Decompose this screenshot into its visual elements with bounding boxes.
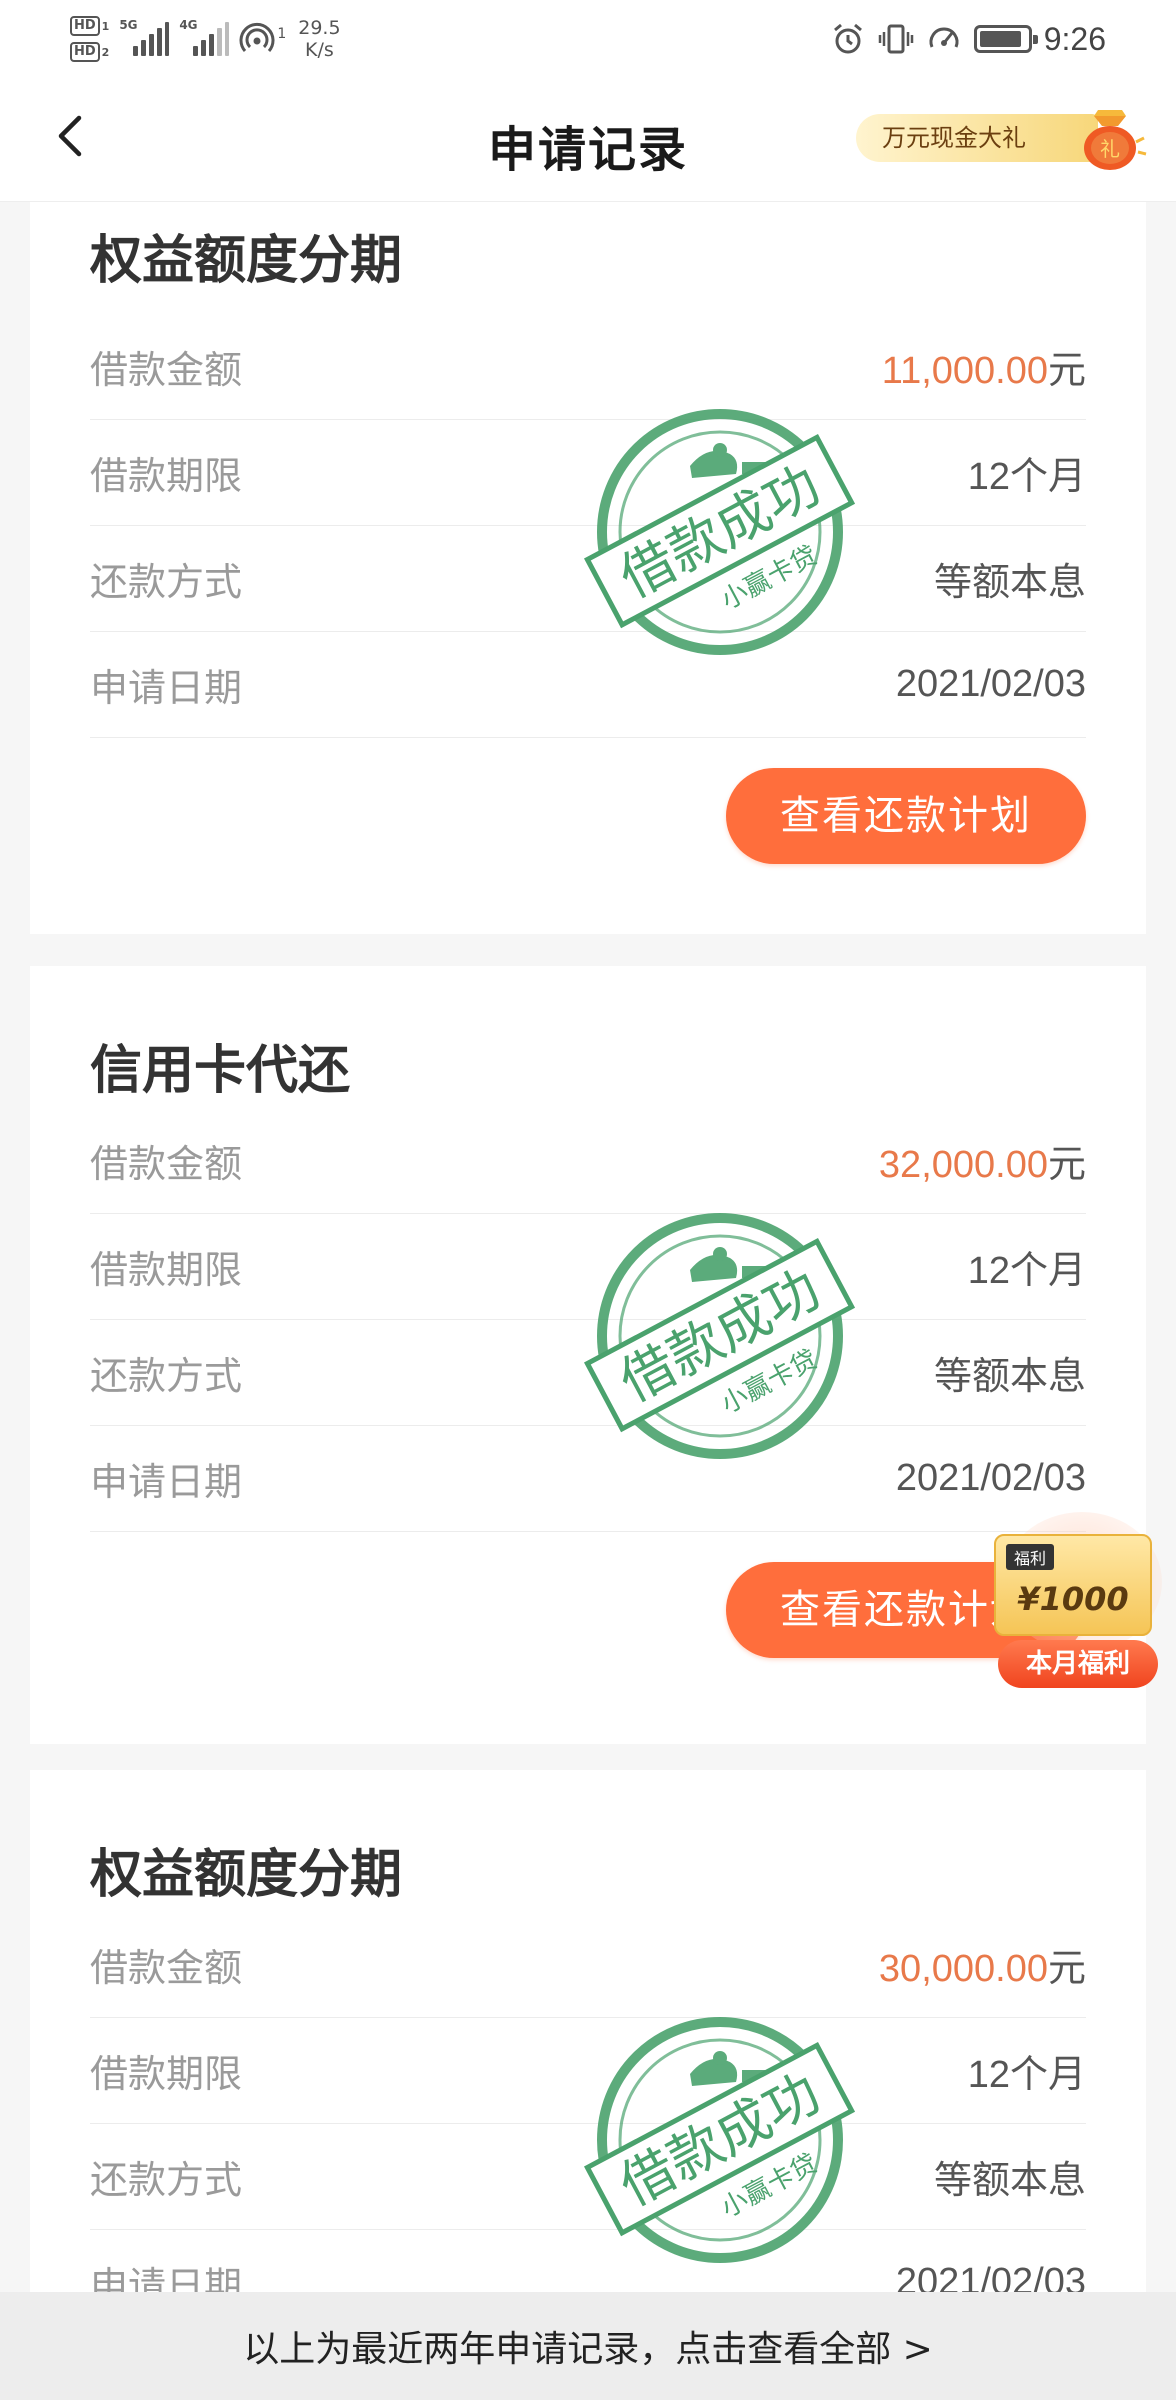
date-row: 申请日期 2021/02/03 [90,1426,1086,1532]
signal-4g-icon: 4G [179,18,230,56]
method-label: 还款方式 [90,1354,243,1398]
status-bar-left: HD 1 HD 2 5G 4G 1 29.5 K/s [70,8,341,70]
term-value: 12个月 [967,2054,1086,2096]
method-label: 还款方式 [90,560,243,604]
date-value: 2021/02/03 [895,2261,1086,2292]
term-label: 借款期限 [90,454,243,498]
date-label: 申请日期 [90,2264,243,2292]
network-5g-label: 5G [119,18,138,32]
amount-number: 30,000.00 [878,1948,1048,1990]
method-row: 还款方式 等额本息 [90,1320,1086,1426]
gift-bag-char: 礼 [1100,137,1120,161]
amount-number: 11,000.00 [881,350,1048,392]
date-value: 2021/02/03 [895,663,1086,705]
amount-value: 11,000.00元 [882,339,1086,394]
monthly-welfare-widget[interactable]: 福利 ¥1000 本月福利 [988,1508,1176,1694]
welfare-amount: ¥1000 [1017,1580,1129,1618]
speedometer-icon [929,27,959,48]
gift-bag-icon: 礼 [1084,110,1147,170]
signal-5g-icon: 5G [119,18,170,56]
amount-label: 借款金额 [90,1946,243,1990]
alarm-icon [833,23,862,54]
amount-row: 借款金额 11,000.00元 [90,314,1086,420]
method-value: 等额本息 [933,1356,1086,1398]
hd1-label: HD [70,16,100,36]
amount-unit: 元 [1047,350,1086,392]
vibrate-icon [878,24,913,54]
clock-time: 9:26 [1043,20,1106,57]
amount-row: 借款金额 30,000.00元 [90,1912,1086,2018]
status-bar-right: 9:26 [830,8,1106,70]
term-row: 借款期限 12个月 [90,1214,1086,1320]
term-label: 借款期限 [90,2052,243,2096]
date-label: 申请日期 [90,1460,243,1504]
amount-unit: 元 [1047,1948,1086,1990]
method-row: 还款方式 等额本息 [90,526,1086,632]
date-label: 申请日期 [90,666,243,710]
amount-value: 32,000.00元 [879,1133,1086,1188]
amount-label: 借款金额 [90,1142,243,1186]
term-value: 12个月 [967,1250,1086,1292]
date-row: 申请日期 2021/02/03 [90,632,1086,738]
date-row: 申请日期 2021/02/03 [90,2230,1086,2292]
record-card: 权益额度分期 借款金额 11,000.00元 借款期限 12个月 还款方式 等额… [30,202,1146,934]
record-card: 权益额度分期 借款金额 30,000.00元 借款期限 12个月 还款方式 等额… [30,1770,1146,2292]
record-title: 权益额度分期 [90,231,403,291]
welfare-tag: 福利 [1006,1544,1055,1570]
term-value: 12个月 [967,456,1086,498]
amount-number: 32,000.00 [878,1144,1048,1186]
cash-gift-promo[interactable]: 万元现金大礼 礼 [856,102,1148,170]
network-4g-label: 4G [179,18,198,32]
view-repayment-plan-button[interactable]: 查看还款计划 [726,768,1086,864]
battery-fill [979,31,1021,47]
network-speed: 29.5 K/s [298,17,340,61]
hd2-label: HD [70,42,100,62]
date-value: 2021/02/03 [895,1457,1086,1499]
term-row: 借款期限 12个月 [90,420,1086,526]
hotspot-count: 1 [277,26,287,42]
record-card: 信用卡代还 借款金额 32,000.00元 借款期限 12个月 还款方式 等额本… [30,966,1146,1744]
record-title: 信用卡代还 [90,1041,351,1101]
hotspot-icon [239,22,275,52]
method-label: 还款方式 [90,2158,243,2202]
method-row: 还款方式 等额本息 [90,2124,1086,2230]
record-title: 权益额度分期 [90,1845,403,1905]
nav-header: 申请记录 万元现金大礼 礼 [0,78,1176,202]
hd1-indicator: HD 1 [70,16,109,36]
record-list[interactable]: 权益额度分期 借款金额 11,000.00元 借款期限 12个月 还款方式 等额… [0,202,1176,2292]
amount-unit: 元 [1047,1144,1086,1186]
hd2-number: 2 [101,45,110,59]
network-speed-value: 29.5 [298,17,341,39]
welfare-coupon: 福利 ¥1000 [994,1534,1152,1636]
battery-icon [973,25,1038,53]
hd1-number: 1 [101,19,110,33]
network-speed-unit: K/s [305,39,334,61]
hd2-indicator: HD 2 [70,42,109,62]
amount-row: 借款金额 32,000.00元 [90,1108,1086,1214]
status-bar: HD 1 HD 2 5G 4G 1 29.5 K/s 9:26 [0,0,1176,78]
method-value: 等额本息 [933,2160,1086,2202]
view-all-records-link[interactable]: 以上为最近两年申请记录，点击查看全部 > [0,2292,1176,2400]
cash-gift-promo-label: 万元现金大礼 [856,114,1098,162]
term-row: 借款期限 12个月 [90,2018,1086,2124]
amount-label: 借款金额 [90,348,243,392]
method-value: 等额本息 [933,562,1086,604]
term-label: 借款期限 [90,1248,243,1292]
amount-value: 30,000.00元 [879,1937,1086,1992]
welfare-ribbon: 本月福利 [998,1640,1158,1688]
hd-indicators: HD 1 HD 2 [70,16,109,62]
